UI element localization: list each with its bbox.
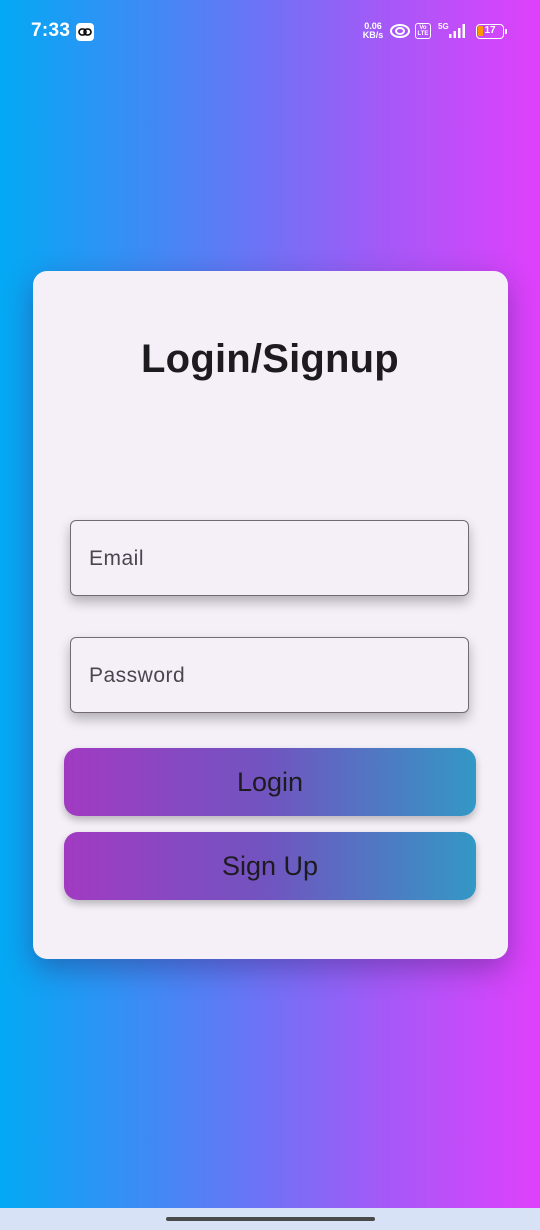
battery-icon: 17 (476, 24, 504, 39)
hotspot-icon (389, 22, 411, 45)
status-bar: 7:33 0.06 KB/s Vo LTE 5G 17 (0, 0, 540, 64)
link-icon (76, 23, 94, 41)
home-gesture-handle[interactable] (166, 1217, 375, 1221)
signup-button[interactable]: Sign Up (64, 832, 476, 900)
net-speed: 0.06 KB/s (362, 22, 384, 40)
signal-icon (448, 24, 468, 43)
status-time: 7:33 (31, 20, 71, 41)
battery-tip (505, 29, 507, 34)
page-title: Login/Signup (141, 337, 399, 381)
email-field[interactable] (70, 520, 469, 596)
volte-icon: Vo LTE (415, 23, 431, 39)
battery-level: 17 (484, 25, 496, 36)
password-field[interactable] (70, 637, 469, 713)
email-input[interactable] (87, 521, 451, 596)
password-input[interactable] (87, 638, 451, 713)
login-button[interactable]: Login (64, 748, 476, 816)
net-speed-unit: KB/s (362, 30, 384, 40)
